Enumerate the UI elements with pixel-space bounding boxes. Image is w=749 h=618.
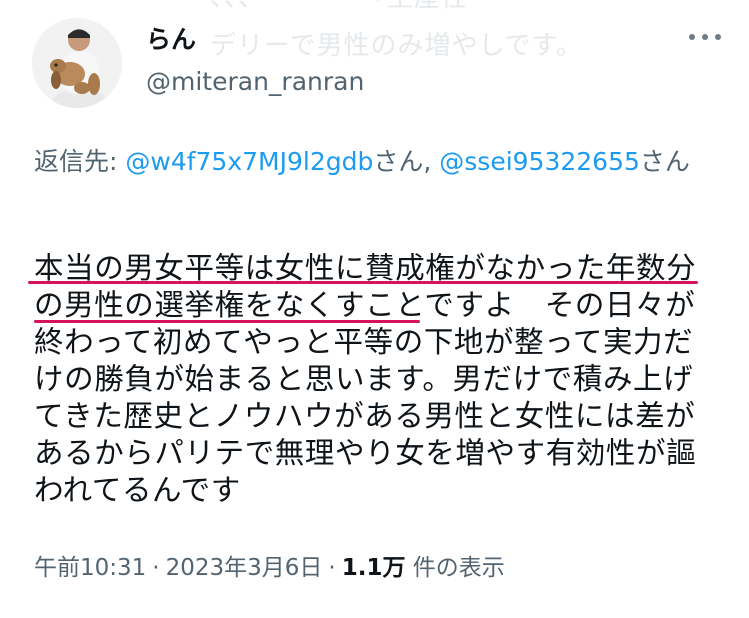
ghost-text-top: 、、、ーーー 「生産性 — [210, 0, 468, 18]
reply-separator: さん, — [373, 147, 440, 176]
more-dot — [689, 34, 695, 40]
tweet-time[interactable]: 午前10:31 — [34, 555, 146, 581]
reply-suffix: さん — [639, 147, 690, 176]
tweet-line: けの勝負が始まると思います。男だけで積み上げ — [34, 362, 694, 396]
highlight-underline — [34, 320, 420, 323]
more-dot — [715, 34, 721, 40]
tweet-date[interactable]: 2023年3月6日 — [166, 555, 323, 581]
meta-separator: · — [152, 555, 160, 581]
more-dot — [702, 34, 708, 40]
views-label: 件の表示 — [412, 555, 505, 581]
meta-separator: · — [328, 555, 336, 581]
reply-to-line: 返信先: @w4f75x7MJ9l2gdbさん, @ssei95322655さん — [34, 142, 714, 182]
tweet-line: われてるんです — [34, 473, 241, 507]
tweet-line: てきた歴史とノウハウがある男性と女性には差が — [34, 399, 696, 433]
avatar-image — [32, 18, 122, 108]
tweet-text: 本当の男女平等は女性に賛成権がなかった年数分 の男性の選挙権をなくすことですよ … — [34, 250, 724, 509]
reply-prefix: 返信先: — [34, 147, 126, 176]
tweet-line: あるからパリテで無理やり女を増やす有効性が謳 — [34, 436, 697, 470]
author-handle[interactable]: @miteran_ranran — [146, 66, 364, 98]
reply-mention-link[interactable]: @ssei95322655 — [439, 147, 640, 176]
views-count[interactable]: 1.1万 — [342, 555, 406, 581]
reply-mention-link[interactable]: @w4f75x7MJ9l2gdb — [125, 147, 373, 176]
tweet-line: の男性の選挙権をなくすことですよ その日々が — [34, 288, 696, 322]
tweet-line: 終わって初めてやっと平等の下地が整って実力だ — [34, 325, 694, 359]
ghost-text-mid: デリーで男性のみ増やしです。 — [210, 31, 584, 61]
more-options-icon[interactable] — [689, 34, 721, 40]
author-display-name[interactable]: らん — [146, 24, 196, 56]
tweet-meta: 午前10:31 · 2023年3月6日 · 1.1万 件の表示 — [34, 552, 505, 584]
highlight-underline — [28, 281, 698, 284]
avatar[interactable] — [32, 18, 122, 108]
